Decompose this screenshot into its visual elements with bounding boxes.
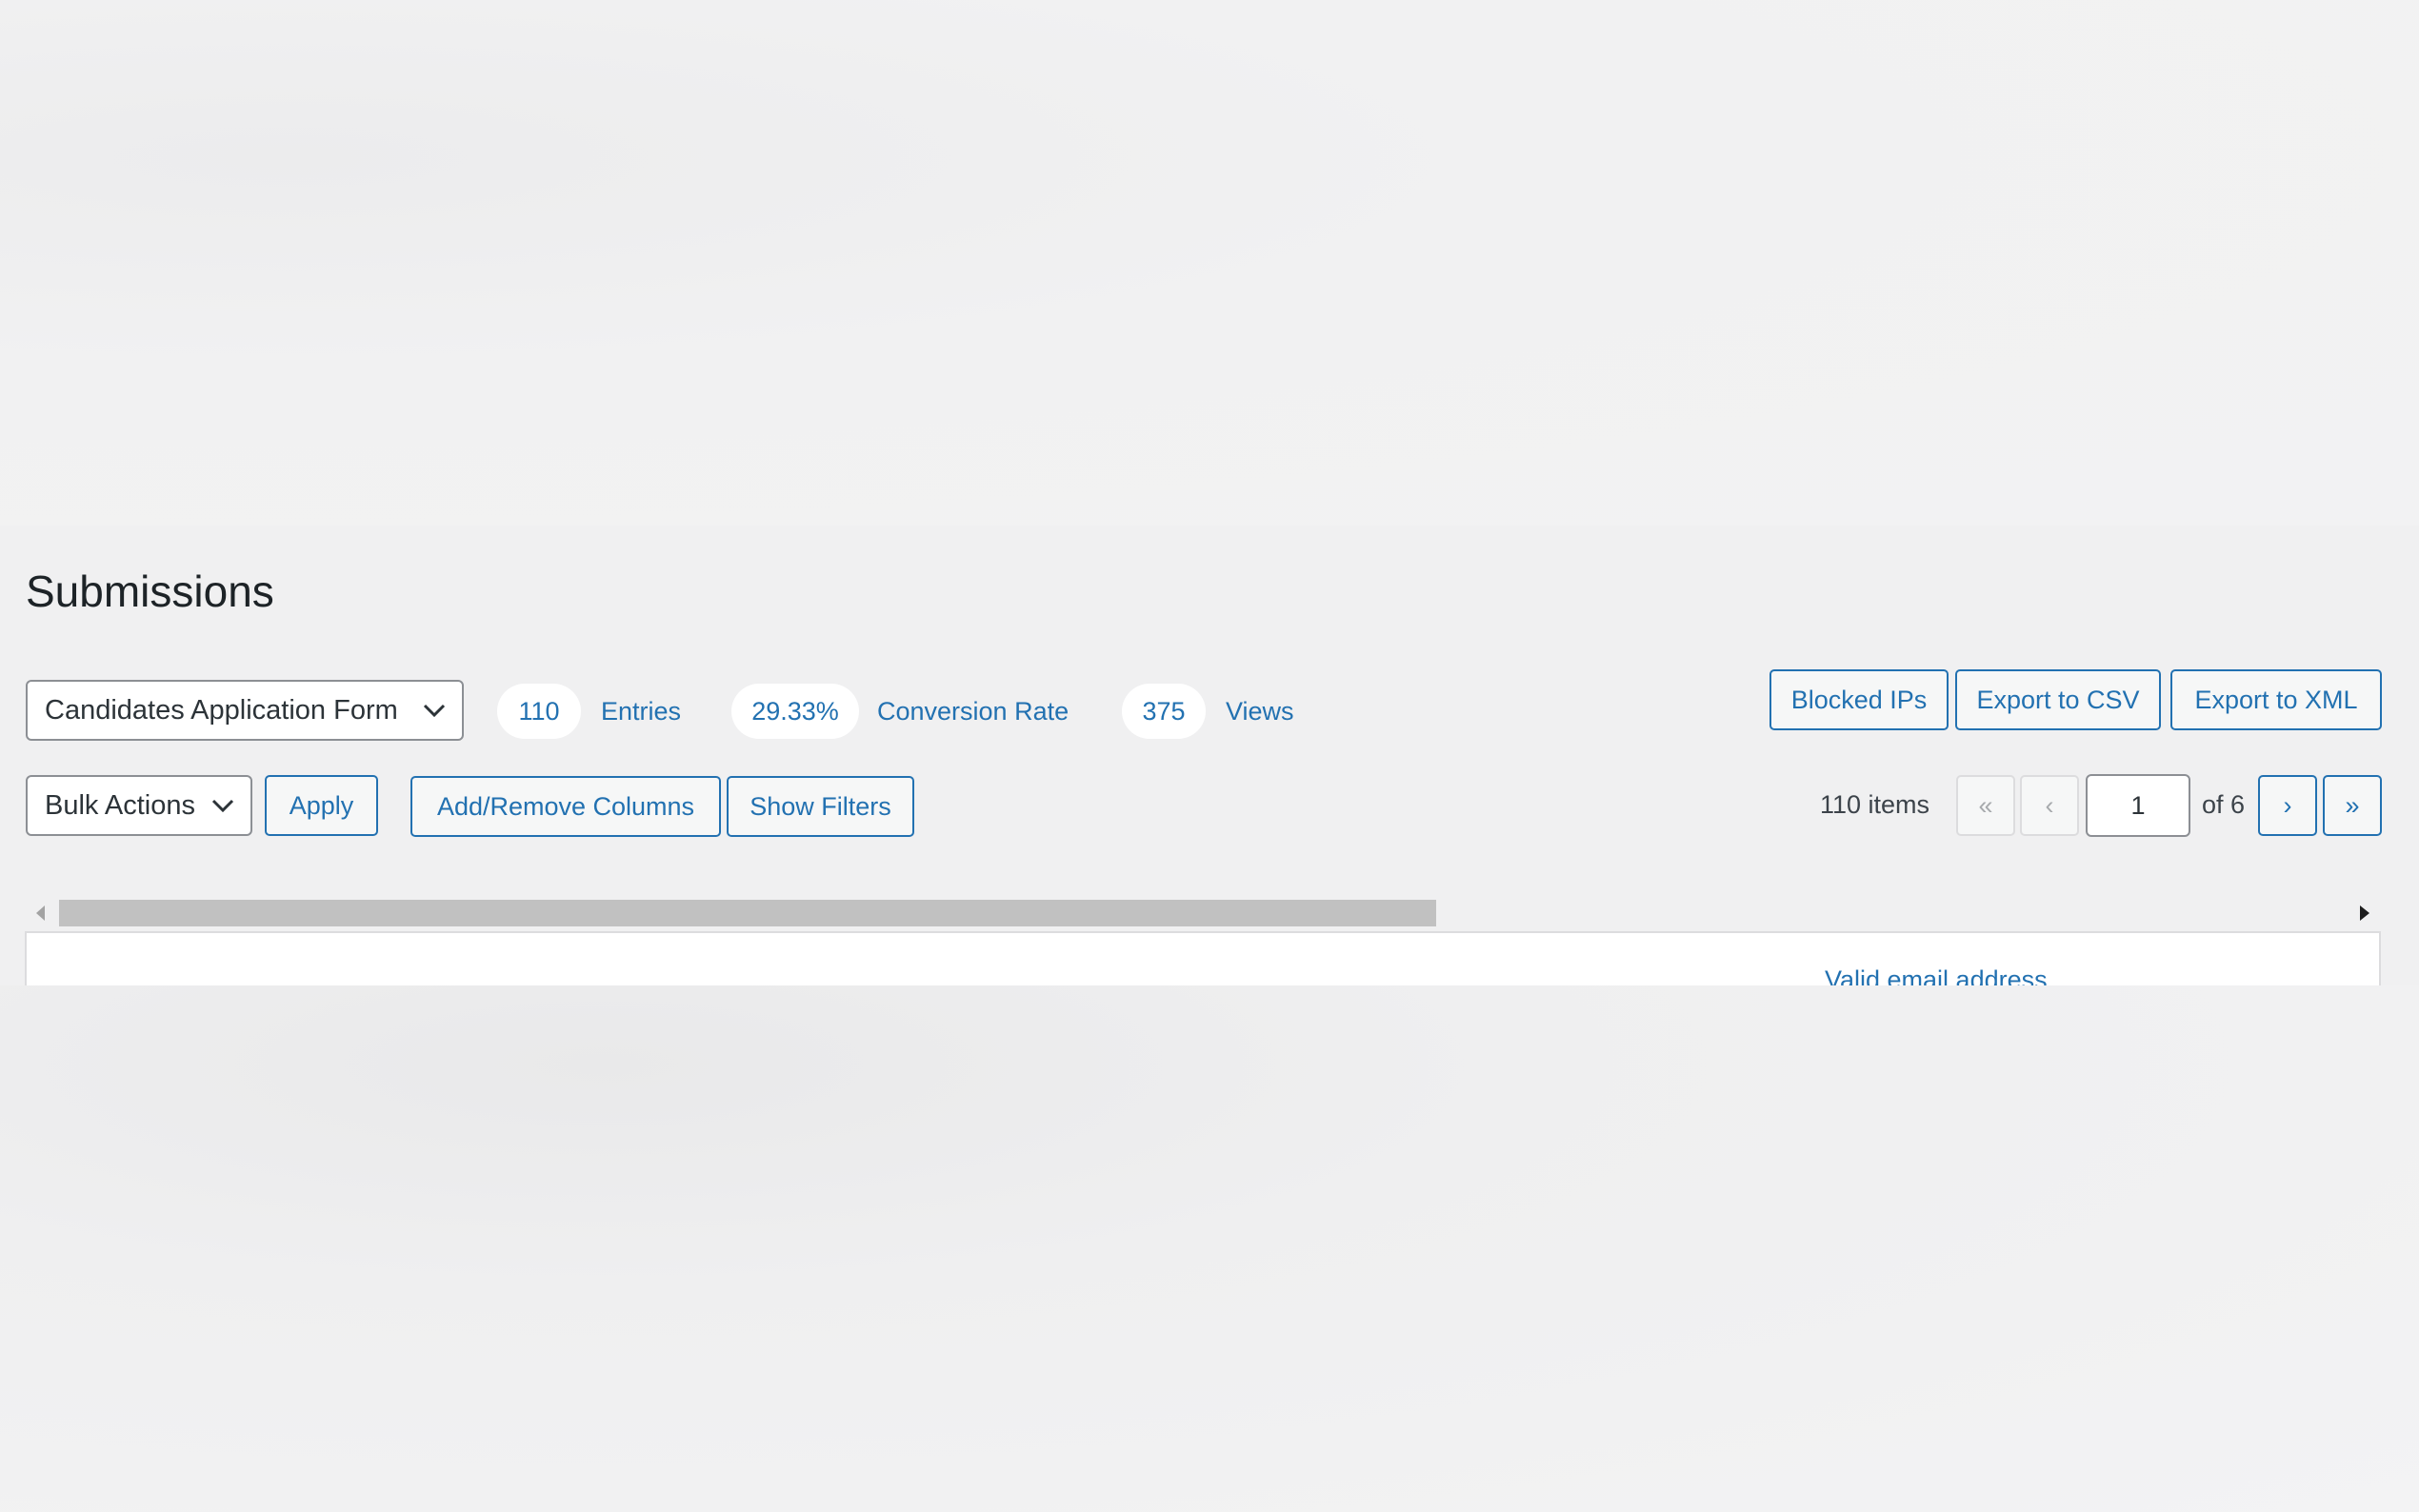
apply-button[interactable]: Apply	[265, 775, 378, 836]
scrollbar-thumb[interactable]	[59, 900, 1436, 926]
export-xml-button[interactable]: Export to XML	[2170, 669, 2382, 730]
submissions-table: Valid email address	[25, 931, 2381, 985]
background-top	[0, 0, 2419, 526]
conversion-rate-badge[interactable]: 29.33%	[731, 684, 859, 739]
views-count: 375	[1142, 696, 1186, 726]
current-page-input[interactable]: 1	[2086, 774, 2190, 837]
entries-count-badge[interactable]: 110	[497, 684, 581, 739]
horizontal-scrollbar[interactable]	[59, 900, 2354, 926]
background-bottom	[0, 985, 2419, 1512]
conversion-rate-value: 29.33%	[751, 696, 839, 726]
last-page-button[interactable]: »	[2323, 775, 2382, 836]
bulk-actions-value: Bulk Actions	[45, 789, 195, 821]
next-page-button[interactable]: ›	[2258, 775, 2317, 836]
blocked-ips-button[interactable]: Blocked IPs	[1769, 669, 1949, 730]
chevron-down-icon	[423, 704, 446, 718]
entries-link[interactable]: Entries	[601, 684, 681, 739]
prev-page-button[interactable]: ‹	[2020, 775, 2079, 836]
add-remove-columns-button[interactable]: Add/Remove Columns	[410, 776, 721, 837]
form-select[interactable]: Candidates Application Form	[26, 680, 464, 741]
total-pages: of 6	[2202, 790, 2246, 819]
column-header-valid-email[interactable]: Valid email address	[1825, 965, 2048, 985]
items-count: 110 items	[1820, 790, 1930, 819]
chevron-down-icon	[211, 799, 234, 813]
submissions-page: Submissions Candidates Application Form …	[0, 526, 2419, 985]
views-link[interactable]: Views	[1226, 684, 1294, 739]
scroll-right-arrow-icon[interactable]	[2360, 905, 2369, 921]
first-page-button[interactable]: «	[1956, 775, 2015, 836]
export-csv-button[interactable]: Export to CSV	[1955, 669, 2161, 730]
views-count-badge[interactable]: 375	[1122, 684, 1206, 739]
show-filters-button[interactable]: Show Filters	[727, 776, 914, 837]
entries-count: 110	[518, 696, 560, 726]
conversion-rate-link[interactable]: Conversion Rate	[877, 684, 1069, 739]
bulk-actions-select[interactable]: Bulk Actions	[26, 775, 252, 836]
form-select-value: Candidates Application Form	[45, 694, 398, 726]
page-title: Submissions	[26, 567, 274, 616]
scroll-left-arrow-icon[interactable]	[36, 905, 45, 921]
